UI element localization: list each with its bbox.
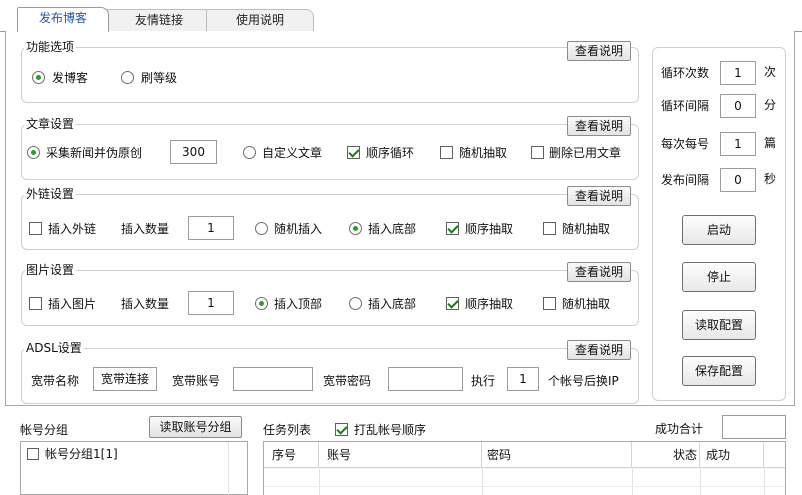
link-count-input[interactable]: 1 <box>188 216 234 240</box>
success-total-input[interactable] <box>722 415 786 439</box>
image-settings-title: 图片设置 <box>24 262 77 278</box>
radio-random-insert[interactable] <box>255 222 268 235</box>
adsl-account-input[interactable] <box>233 367 313 391</box>
per-account-unit: 篇 <box>764 136 777 150</box>
adsl-name-input[interactable]: 宽带连接 <box>93 367 157 391</box>
loop-interval-input[interactable]: 0 <box>720 94 756 118</box>
task-table-header: 序号 账号 密码 状态 成功 <box>264 442 785 468</box>
radio-random-insert-label: 随机插入 <box>274 222 323 236</box>
checkbox-insert-image[interactable] <box>29 297 42 310</box>
column-header-status[interactable]: 状态 <box>632 442 700 468</box>
adsl-password-label: 宽带密码 <box>323 374 372 388</box>
loop-interval-unit: 分 <box>764 98 777 112</box>
read-account-groups-button[interactable]: 读取账号分组 <box>149 416 242 438</box>
article-view-doc-button[interactable]: 查看说明 <box>567 116 631 136</box>
checkbox-seq-loop-label: 顺序循环 <box>366 146 415 160</box>
checkbox-insert-image-label: 插入图片 <box>48 297 97 311</box>
loop-count-label: 循环次数 <box>661 66 710 80</box>
checkbox-insert-link-label: 插入外链 <box>48 222 97 236</box>
checkbox-image-seq-pick[interactable] <box>446 297 459 310</box>
account-groups-list: 帐号分组1[1] <box>20 441 248 495</box>
link-view-doc-button[interactable]: 查看说明 <box>567 186 631 206</box>
radio-image-insert-bottom[interactable] <box>349 297 362 310</box>
checkbox-delete-used-label: 删除已用文章 <box>549 146 622 160</box>
radio-publish-blog-label: 发博客 <box>52 71 89 85</box>
adsl-exec-label: 执行 <box>471 374 496 388</box>
image-view-doc-button[interactable]: 查看说明 <box>567 262 631 282</box>
radio-collect-news[interactable] <box>27 146 40 159</box>
checkbox-random-pick-article-label: 随机抽取 <box>459 146 508 160</box>
task-table: 序号 账号 密码 状态 成功 <box>263 441 786 495</box>
radio-level-up-label: 刷等级 <box>141 71 178 85</box>
column-header-index[interactable]: 序号 <box>264 442 319 468</box>
task-list-title: 任务列表 <box>263 423 312 437</box>
checkbox-link-seq-pick[interactable] <box>446 222 459 235</box>
image-count-input[interactable]: 1 <box>188 291 234 315</box>
link-settings-title: 外链设置 <box>24 186 77 202</box>
radio-image-insert-bottom-label: 插入底部 <box>368 297 417 311</box>
adsl-view-doc-button[interactable]: 查看说明 <box>567 340 631 360</box>
account-group-checkbox[interactable] <box>27 448 39 460</box>
radio-link-insert-bottom[interactable] <box>349 222 362 235</box>
tab-friend-links[interactable]: 友情链接 <box>106 9 212 31</box>
stop-button[interactable]: 停止 <box>682 262 756 292</box>
column-header-password[interactable]: 密码 <box>482 442 632 468</box>
checkbox-seq-loop[interactable] <box>347 146 360 159</box>
function-options-group <box>21 47 639 103</box>
checkbox-link-seq-pick-label: 顺序抽取 <box>465 222 514 236</box>
radio-custom-article[interactable] <box>243 146 256 159</box>
publish-interval-input[interactable]: 0 <box>720 168 756 192</box>
loop-count-input[interactable]: 1 <box>720 61 756 85</box>
image-count-label: 插入数量 <box>121 297 170 311</box>
checkbox-delete-used[interactable] <box>531 146 544 159</box>
publish-interval-label: 发布间隔 <box>661 173 710 187</box>
radio-image-insert-top-label: 插入顶部 <box>274 297 323 311</box>
radio-level-up[interactable] <box>121 71 134 84</box>
account-group-label: 帐号分组1[1] <box>45 447 118 461</box>
checkbox-link-random-pick-label: 随机抽取 <box>562 222 611 236</box>
tab-publish-blog[interactable]: 发布博客 <box>17 7 109 32</box>
adsl-name-label: 宽带名称 <box>31 374 80 388</box>
adsl-after-label: 个帐号后换IP <box>548 374 619 388</box>
checkbox-image-random-pick[interactable] <box>543 297 556 310</box>
collect-count-input[interactable]: 300 <box>170 140 217 164</box>
checkbox-image-random-pick-label: 随机抽取 <box>562 297 611 311</box>
checkbox-random-pick-article[interactable] <box>440 146 453 159</box>
article-settings-title: 文章设置 <box>24 116 77 132</box>
publish-interval-unit: 秒 <box>764 172 777 186</box>
function-options-title: 功能选项 <box>24 39 77 55</box>
adsl-exec-input[interactable]: 1 <box>507 367 539 391</box>
tab-bar: 发布博客 友情链接 使用说明 <box>0 0 802 32</box>
save-config-button[interactable]: 保存配置 <box>682 356 756 386</box>
loop-interval-label: 循环间隔 <box>661 99 710 113</box>
radio-collect-news-label: 采集新闻并伪原创 <box>46 146 143 160</box>
column-header-success[interactable]: 成功 <box>700 442 764 468</box>
column-header-account[interactable]: 账号 <box>319 442 482 468</box>
checkbox-insert-link[interactable] <box>29 222 42 235</box>
checkbox-shuffle-accounts-label: 打乱帐号顺序 <box>354 423 427 437</box>
function-view-doc-button[interactable]: 查看说明 <box>567 41 631 61</box>
start-button[interactable]: 启动 <box>682 215 756 245</box>
checkbox-image-seq-pick-label: 顺序抽取 <box>465 297 514 311</box>
radio-publish-blog[interactable] <box>32 71 45 84</box>
read-config-button[interactable]: 读取配置 <box>682 310 756 340</box>
checkbox-shuffle-accounts[interactable] <box>335 423 348 436</box>
per-account-input[interactable]: 1 <box>720 132 756 156</box>
link-count-label: 插入数量 <box>121 222 170 236</box>
radio-custom-article-label: 自定义文章 <box>262 146 323 160</box>
adsl-account-label: 宽带账号 <box>172 374 221 388</box>
per-account-label: 每次每号 <box>661 137 710 151</box>
tab-usage-guide[interactable]: 使用说明 <box>206 9 314 31</box>
radio-link-insert-bottom-label: 插入底部 <box>368 222 417 236</box>
checkbox-link-random-pick[interactable] <box>543 222 556 235</box>
adsl-password-input[interactable] <box>388 367 463 391</box>
success-total-label: 成功合计 <box>655 422 704 436</box>
radio-image-insert-top[interactable] <box>255 297 268 310</box>
adsl-settings-title: ADSL设置 <box>24 340 84 356</box>
loop-count-unit: 次 <box>764 65 777 79</box>
account-groups-title: 帐号分组 <box>20 423 69 437</box>
